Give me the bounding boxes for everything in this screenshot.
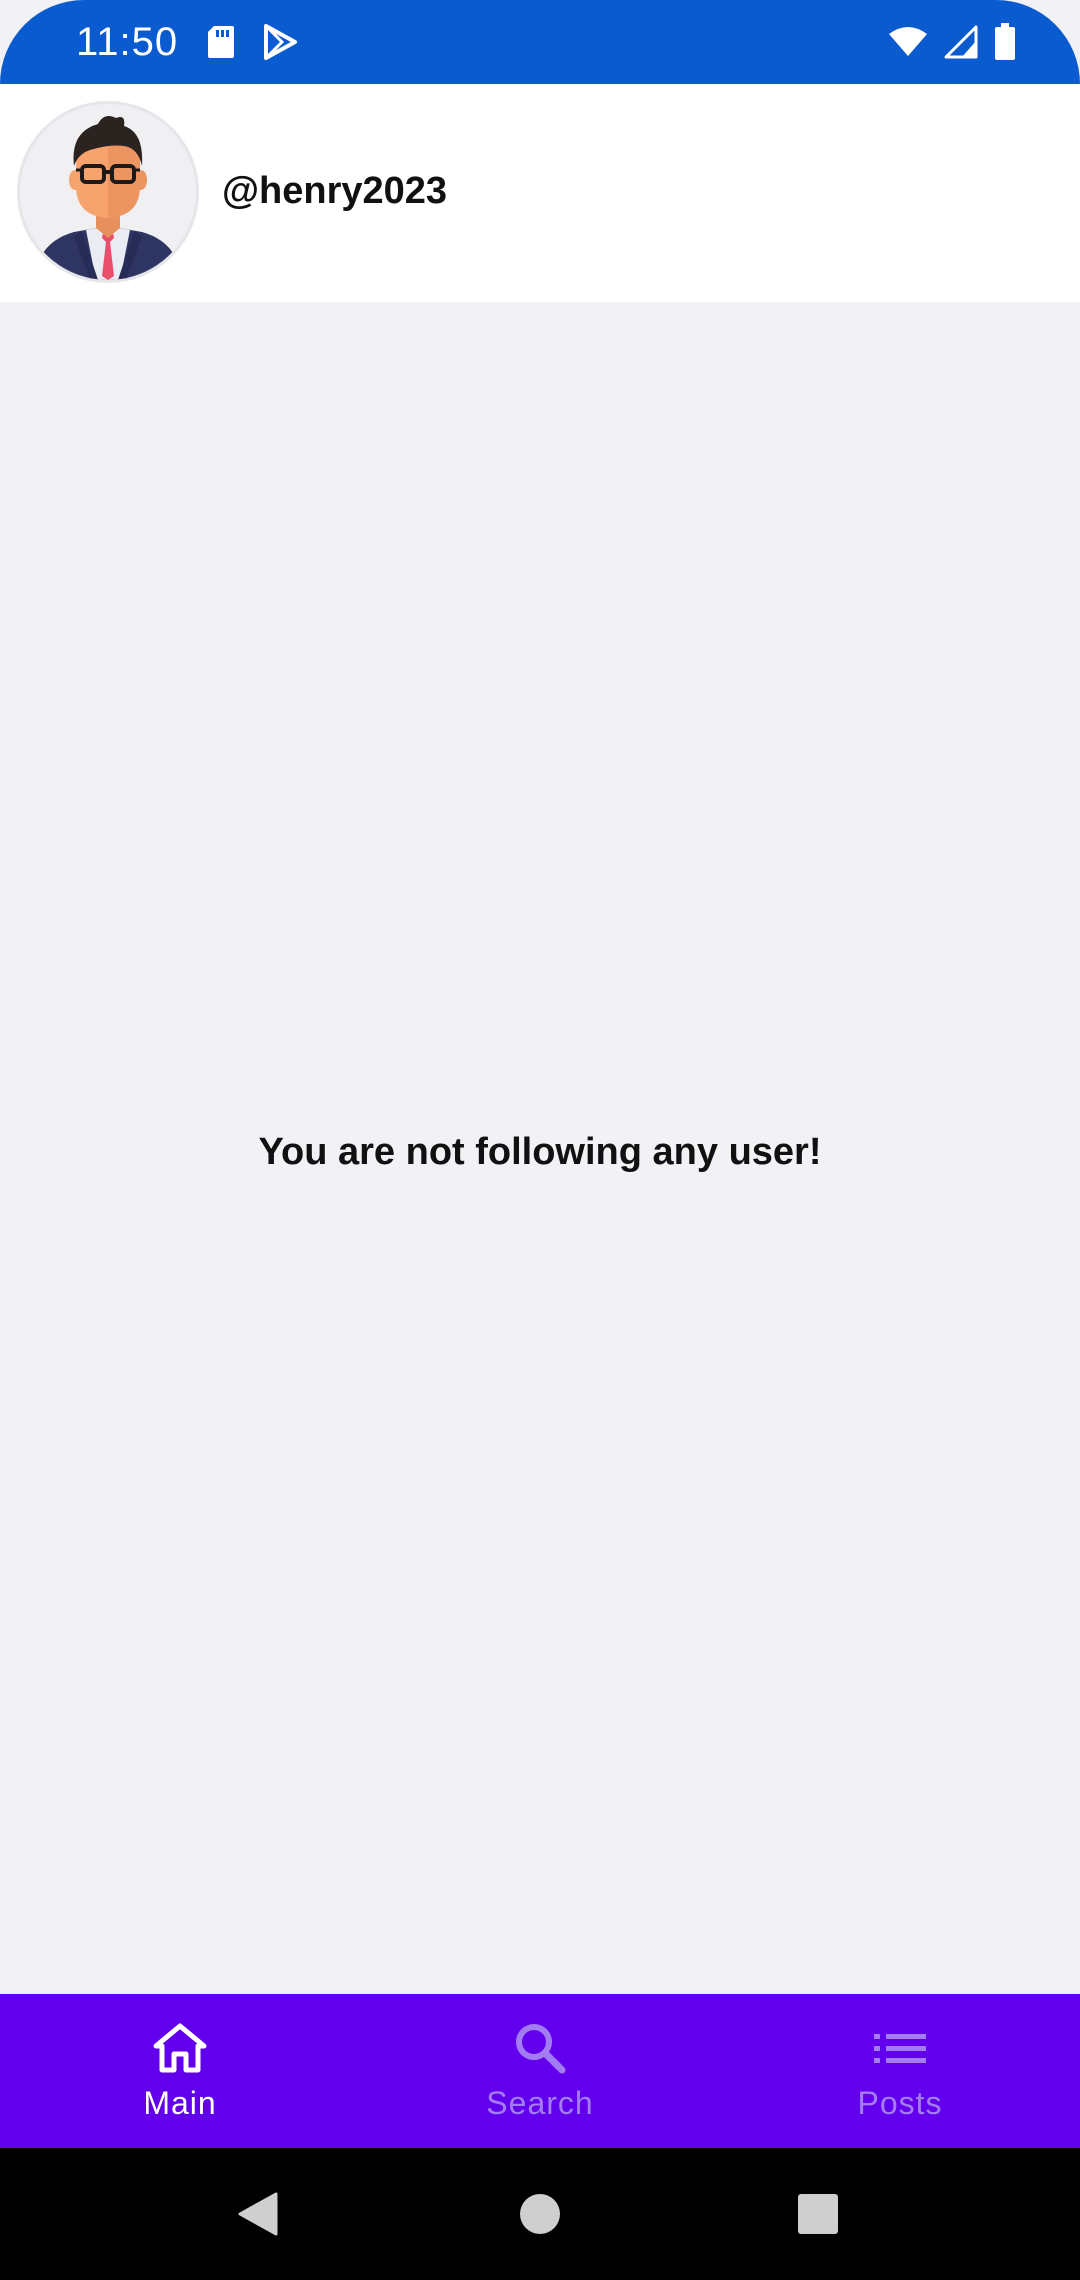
following-feed: You are not following any user!	[0, 302, 1080, 1994]
nav-label-search: Search	[486, 2085, 594, 2121]
nav-item-posts[interactable]: Posts	[720, 1994, 1080, 2148]
nav-label-main: Main	[143, 2085, 217, 2121]
avatar-man-icon	[20, 104, 196, 280]
status-time: 11:50	[76, 20, 179, 64]
search-icon	[512, 2020, 568, 2076]
list-icon	[872, 2020, 928, 2076]
nav-label-posts: Posts	[857, 2085, 943, 2121]
username: @henry2023	[222, 170, 448, 212]
status-left-icons	[206, 20, 298, 64]
home-circle-icon[interactable]	[514, 2188, 566, 2240]
nav-item-main[interactable]: Main	[0, 1994, 360, 2148]
status-right-icons	[888, 20, 1016, 64]
app-screen: 11:50 @henry2023 You are not following a…	[0, 0, 1080, 2280]
home-icon	[152, 2020, 208, 2076]
recents-icon[interactable]	[792, 2188, 844, 2240]
bottom-navigation: Main Search Posts	[0, 1994, 1080, 2148]
system-navigation-bar	[0, 2148, 1080, 2280]
battery-icon	[994, 23, 1016, 61]
back-icon[interactable]	[232, 2188, 284, 2240]
empty-state-message: You are not following any user!	[258, 1131, 822, 1173]
status-bar: 11:50	[0, 0, 1080, 84]
cell-signal-icon	[944, 25, 978, 59]
sd-card-icon	[206, 24, 236, 60]
profile-header: @henry2023	[0, 84, 1080, 302]
avatar[interactable]	[20, 104, 196, 280]
wifi-icon	[888, 26, 928, 58]
nav-item-search[interactable]: Search	[360, 1994, 720, 2148]
play-store-icon	[262, 23, 298, 61]
